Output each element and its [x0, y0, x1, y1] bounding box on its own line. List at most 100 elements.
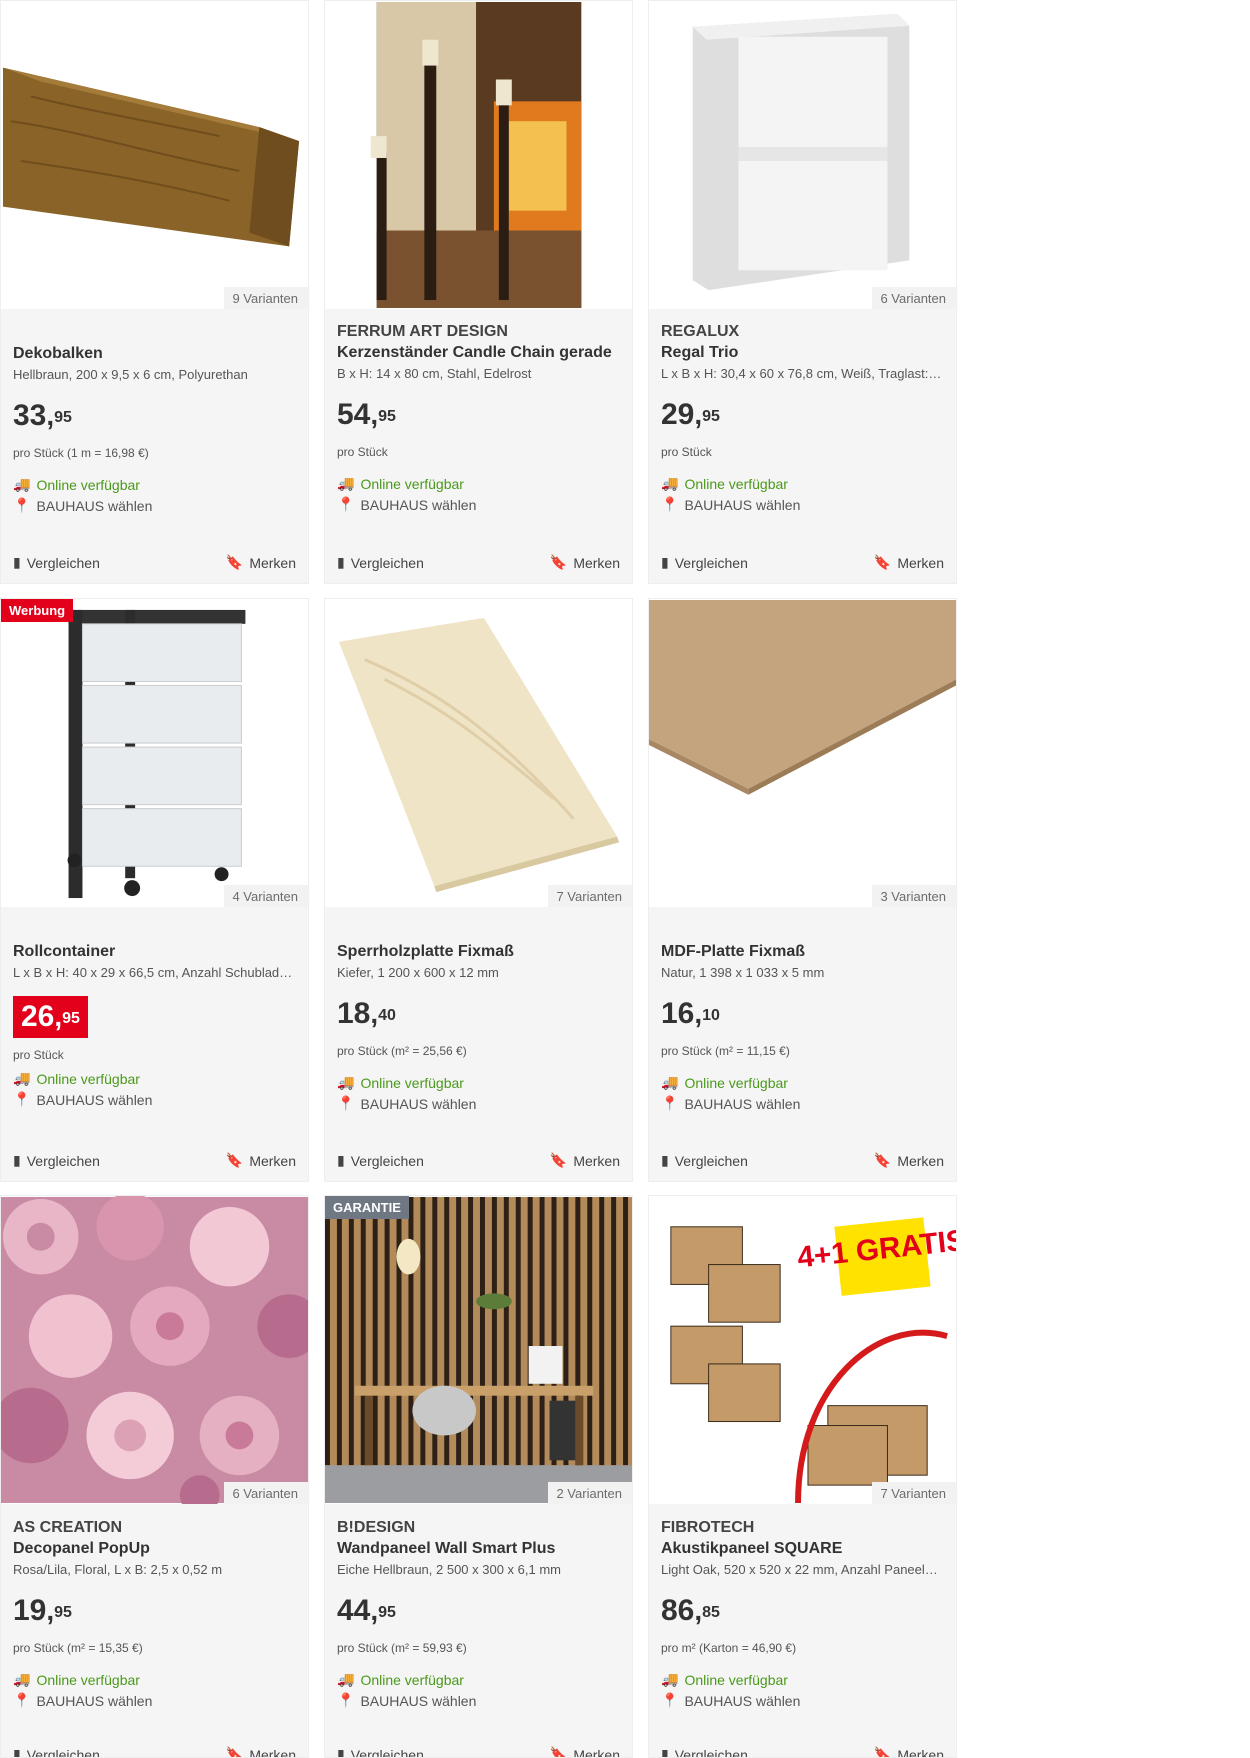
product-image[interactable] [325, 1, 632, 309]
product-image[interactable]: Werbung 4 Varianten [1, 599, 308, 907]
remember-button[interactable]: 🔖 Merken [225, 1746, 296, 1758]
product-title[interactable]: Rollcontainer [13, 941, 296, 962]
product-card[interactable]: Werbung 4 Varianten Rollcontainer L x B … [0, 598, 309, 1182]
compare-button[interactable]: ▮ Vergleichen [337, 1152, 424, 1169]
product-title[interactable]: MDF-Platte Fixmaß [661, 941, 944, 962]
product-image[interactable]: GARANTIE 2 Varianten [325, 1196, 632, 1504]
store-select[interactable]: 📍 BAUHAUS wählen [13, 1091, 296, 1108]
bar-chart-icon: ▮ [661, 1746, 669, 1758]
location-pin-icon: 📍 [661, 1095, 679, 1111]
product-card[interactable]: 4+1 GRATIS 7 Varianten FIBROTECH Akustik… [648, 1195, 957, 1758]
variants-count: 4 Varianten [224, 885, 308, 907]
online-availability: 🚚 Online verfügbar [13, 1070, 140, 1087]
product-brand: FIBROTECH [661, 1519, 755, 1536]
compare-button[interactable]: ▮ Vergleichen [337, 1746, 424, 1758]
product-title[interactable]: Decopanel PopUp [13, 1538, 296, 1559]
wall-panel-slat [325, 1196, 330, 1466]
store-select[interactable]: 📍 BAUHAUS wählen [661, 496, 944, 513]
unit-price: pro Stück (1 m = 16,98 €) [13, 446, 149, 460]
plywood-board-icon [325, 599, 632, 907]
compare-button[interactable]: ▮ Vergleichen [337, 554, 424, 571]
product-card[interactable]: FERRUM ART DESIGN Kerzenständer Candle C… [324, 0, 633, 584]
online-availability: 🚚 Online verfügbar [661, 1671, 788, 1688]
store-select[interactable]: 📍 BAUHAUS wählen [661, 1692, 944, 1709]
bookmark-icon: 🔖 [873, 554, 892, 570]
location-pin-icon: 📍 [337, 496, 355, 512]
bar-chart-icon: ▮ [337, 1152, 345, 1168]
product-image[interactable]: 4+1 GRATIS 7 Varianten [649, 1196, 956, 1504]
product-title[interactable]: Wandpaneel Wall Smart Plus [337, 1538, 620, 1559]
product-specs: Natur, 1 398 x 1 033 x 5 mm [661, 965, 825, 980]
product-price: 33,95 [13, 399, 72, 432]
truck-icon: 🚚 [337, 1671, 355, 1687]
product-image[interactable]: 3 Varianten [649, 599, 956, 907]
product-title[interactable]: Regal Trio [661, 342, 944, 363]
bar-chart-icon: ▮ [337, 554, 345, 570]
product-image[interactable]: 6 Varianten [1, 1196, 308, 1504]
store-select[interactable]: 📍 BAUHAUS wählen [13, 497, 296, 514]
remember-button[interactable]: 🔖 Merken [874, 554, 944, 571]
truck-icon: 🚚 [13, 476, 31, 492]
product-specs: Hellbraun, 200 x 9,5 x 6 cm, Polyurethan [13, 367, 248, 382]
remember-button[interactable]: 🔖 Merken [226, 554, 296, 571]
product-price: 29,95 [661, 398, 720, 431]
online-availability: 🚚 Online verfügbar [337, 1671, 464, 1688]
remember-button[interactable]: 🔖 Merken [550, 1152, 620, 1169]
product-price: 16,10 [661, 997, 720, 1030]
location-pin-icon: 📍 [13, 1692, 31, 1708]
compare-button[interactable]: ▮ Vergleichen [13, 1746, 100, 1757]
remember-button[interactable]: 🔖 Merken [550, 1746, 620, 1757]
wall-panel-slat [599, 1196, 605, 1466]
product-card[interactable]: 3 Varianten MDF-Platte Fixmaß Natur, 1 3… [648, 598, 957, 1182]
product-image[interactable]: 7 Varianten [325, 599, 632, 907]
bookmark-icon: 🔖 [225, 1746, 244, 1758]
online-availability: 🚚 Online verfügbar [661, 1074, 788, 1091]
product-price: 18,40 [337, 997, 396, 1030]
truck-icon: 🚚 [13, 1070, 31, 1086]
product-image[interactable]: 9 Varianten [1, 1, 308, 309]
variants-count: 7 Varianten [548, 885, 632, 907]
product-brand: FERRUM ART DESIGN [337, 323, 508, 340]
variants-count: 9 Varianten [224, 287, 308, 309]
product-card[interactable]: 7 Varianten Sperrholzplatte Fixmaß Kiefe… [324, 598, 633, 1182]
compare-button[interactable]: ▮ Vergleichen [13, 554, 100, 571]
unit-price: pro Stück (m² = 25,56 €) [337, 1044, 467, 1058]
remember-button[interactable]: 🔖 Merken [550, 554, 620, 571]
product-card[interactable]: 9 Varianten Dekobalken Hellbraun, 200 x … [0, 0, 309, 584]
store-select[interactable]: 📍 BAUHAUS wählen [337, 1692, 620, 1709]
store-select[interactable]: 📍 BAUHAUS wählen [13, 1692, 296, 1709]
store-select[interactable]: 📍 BAUHAUS wählen [661, 1095, 944, 1112]
product-grid: 9 Varianten Dekobalken Hellbraun, 200 x … [0, 0, 1250, 1758]
remember-button[interactable]: 🔖 Merken [226, 1152, 296, 1169]
truck-icon: 🚚 [13, 1671, 31, 1687]
wall-panel-slat [384, 1196, 390, 1466]
truck-icon: 🚚 [661, 1074, 679, 1090]
remember-button[interactable]: 🔖 Merken [874, 1152, 944, 1169]
product-title[interactable]: Sperrholzplatte Fixmaß [337, 941, 620, 962]
online-availability: 🚚 Online verfügbar [13, 476, 140, 493]
product-title[interactable]: Dekobalken [13, 343, 296, 364]
location-pin-icon: 📍 [661, 1692, 679, 1708]
product-title[interactable]: Akustikpaneel SQUARE [661, 1538, 944, 1559]
bookmark-icon: 🔖 [873, 1152, 892, 1168]
wall-panel-room-icon [325, 1196, 632, 1504]
product-title[interactable]: Kerzenständer Candle Chain gerade [337, 342, 620, 363]
wall-panel-slat [372, 1196, 378, 1466]
wall-panel-slat [503, 1196, 509, 1466]
variants-count: 6 Varianten [872, 287, 956, 309]
product-image[interactable]: 6 Varianten [649, 1, 956, 309]
product-card[interactable]: 6 Varianten REGALUX Regal Trio L x B x H… [648, 0, 957, 584]
truck-icon: 🚚 [661, 475, 679, 491]
store-select[interactable]: 📍 BAUHAUS wählen [337, 1095, 620, 1112]
mdf-board-icon [649, 599, 956, 907]
bar-chart-icon: ▮ [337, 1746, 345, 1758]
compare-button[interactable]: ▮ Vergleichen [13, 1152, 100, 1169]
compare-button[interactable]: ▮ Vergleichen [661, 1746, 748, 1758]
compare-button[interactable]: ▮ Vergleichen [661, 554, 748, 571]
product-card[interactable]: GARANTIE 2 Varianten B!DESIGN Wandpaneel… [324, 1195, 633, 1758]
product-price: 19,95 [13, 1594, 72, 1627]
remember-button[interactable]: 🔖 Merken [874, 1746, 944, 1757]
compare-button[interactable]: ▮ Vergleichen [661, 1152, 748, 1169]
store-select[interactable]: 📍 BAUHAUS wählen [337, 496, 620, 513]
product-card[interactable]: 6 Varianten AS CREATION Decopanel PopUp … [0, 1195, 309, 1758]
